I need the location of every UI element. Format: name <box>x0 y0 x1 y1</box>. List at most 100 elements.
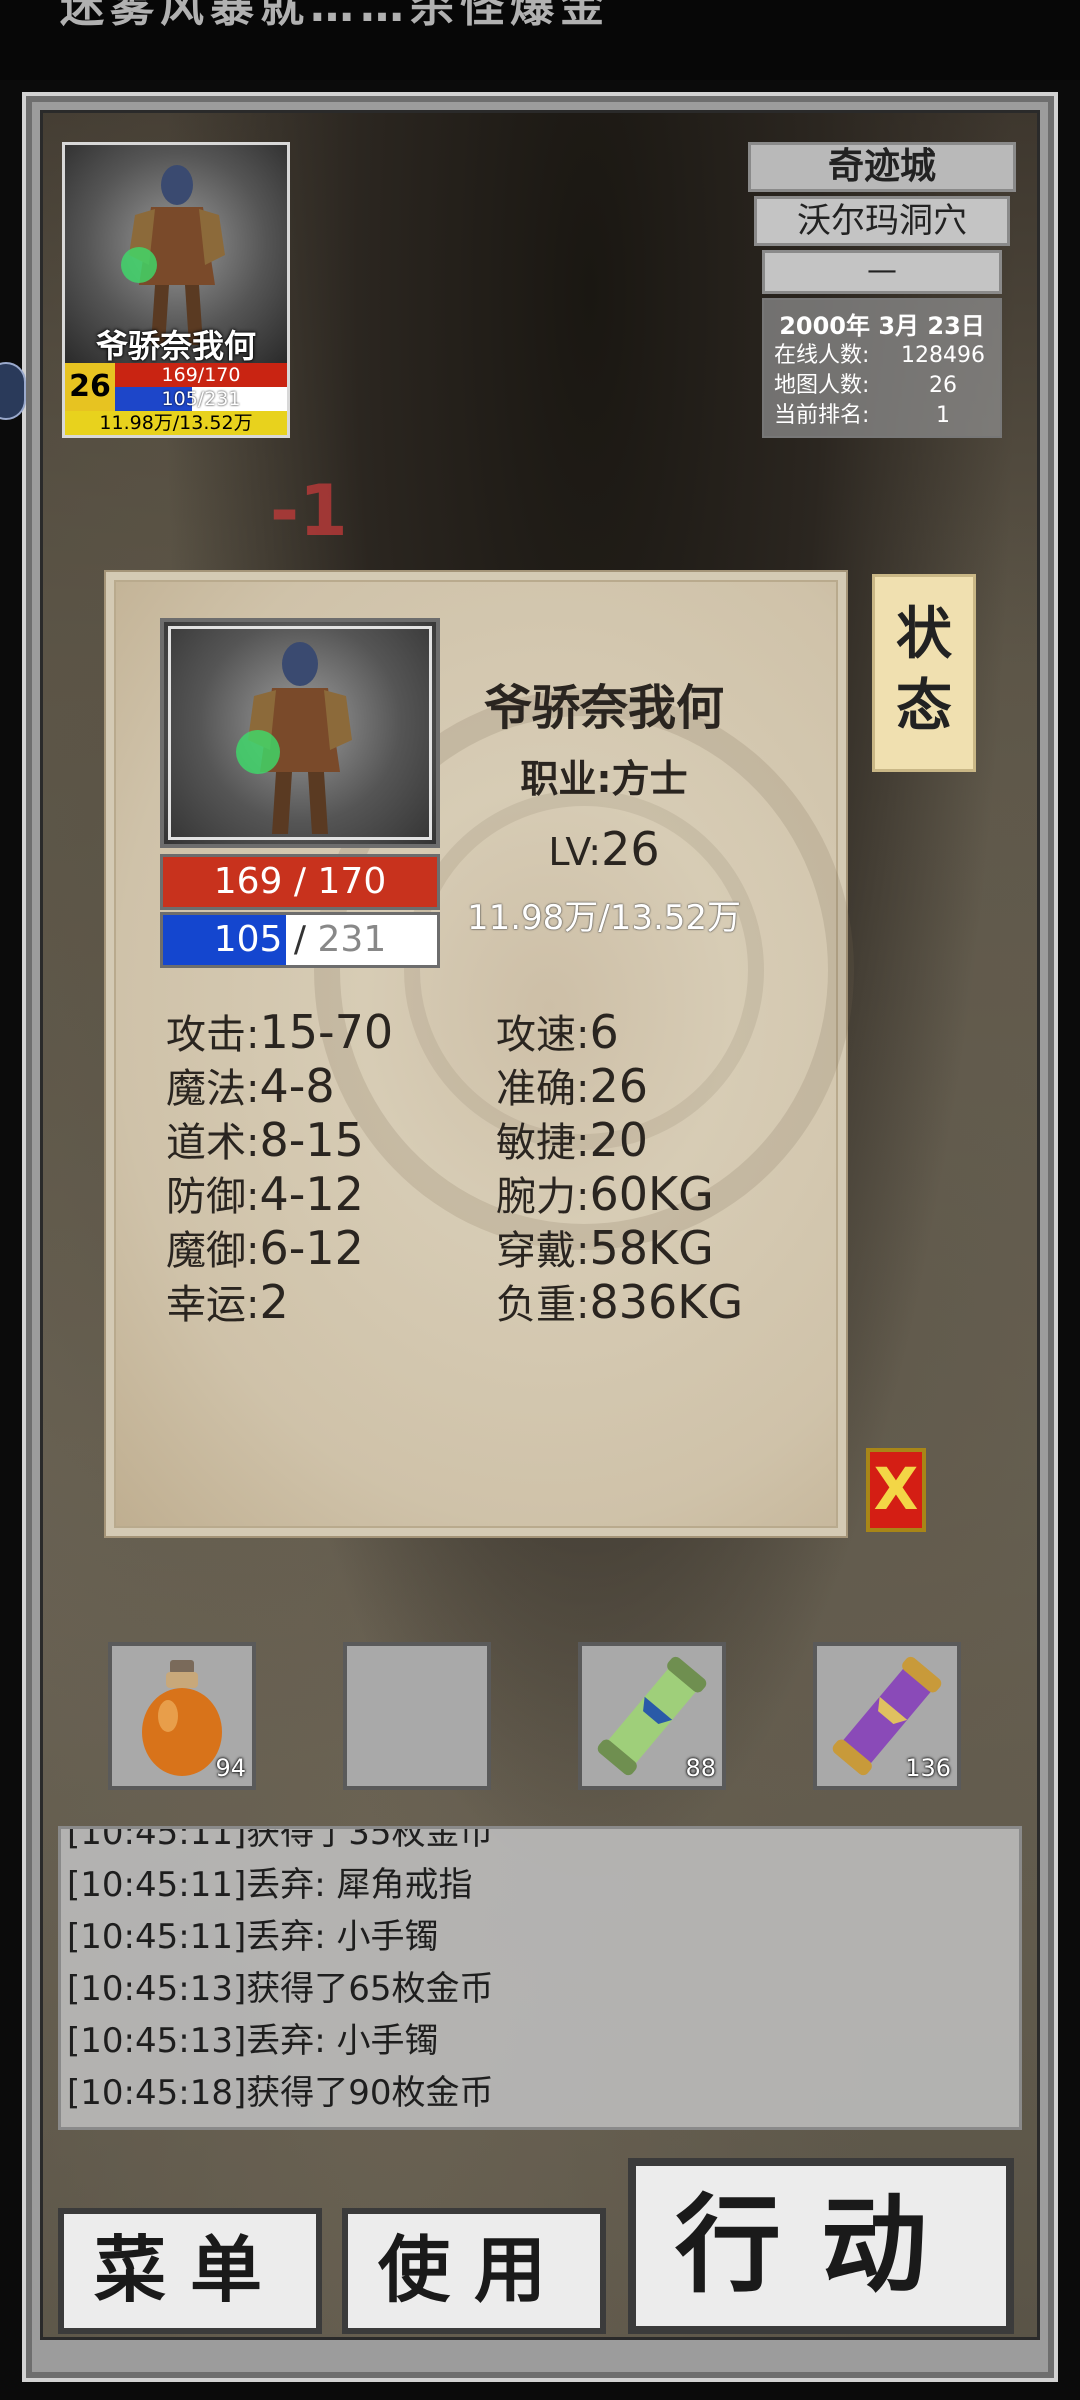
log-line: [10:45:11]获得了35枚金币 <box>67 1826 494 1853</box>
stat-accuracy: 准确:26 <box>496 1056 648 1114</box>
map-count-label: 地图人数: <box>774 373 870 398</box>
hp-bar: 169/170 <box>115 363 287 387</box>
rank-row: 当前排名: 1 <box>764 401 1000 431</box>
stat-label: 负重: <box>496 1282 590 1328</box>
hp-current: 169 <box>213 861 283 902</box>
stat-label: 敏捷: <box>496 1120 590 1166</box>
stat-row: 道术:8-15 敏捷:20 <box>166 1110 806 1167</box>
slot-count: 88 <box>685 1754 716 1782</box>
stat-row: 防御:4-12 腕力:60KG <box>166 1164 806 1221</box>
log-line: [10:45:11]丢弃: 犀角戒指 <box>67 1865 473 1905</box>
stat-value: 60KG <box>589 1167 714 1221</box>
character-exp: 11.98万/13.52万 <box>466 898 742 938</box>
sub-area: — <box>762 250 1002 294</box>
stat-value: 8-15 <box>259 1113 364 1167</box>
tab-status[interactable]: 状 态 <box>872 574 976 772</box>
stat-label: 幸运: <box>166 1282 260 1328</box>
level-label: LV: <box>548 830 602 874</box>
stat-label: 魔法: <box>166 1066 260 1112</box>
stat-value: 15-70 <box>259 1005 394 1059</box>
quick-slot-2[interactable] <box>343 1642 491 1790</box>
stat-agility: 敏捷:20 <box>496 1110 648 1168</box>
stat-row: 魔御:6-12 穿戴:58KG <box>166 1218 806 1275</box>
stat-label: 攻速: <box>496 1012 590 1058</box>
stat-attack-speed: 攻速:6 <box>496 1002 619 1060</box>
stat-defense: 防御:4-12 <box>166 1164 364 1222</box>
status-panel: 169 / 170 105 / 231 爷骄奈我何 职业:方士 LV:26 11… <box>106 572 854 1536</box>
character-level: LV:26 <box>454 822 754 876</box>
stat-label: 穿戴: <box>496 1228 590 1274</box>
stat-value: 4-12 <box>259 1167 364 1221</box>
stat-label: 魔御: <box>166 1228 260 1274</box>
action-button[interactable]: 行动 <box>628 2158 1014 2334</box>
stat-luck: 幸运:2 <box>166 1272 289 1330</box>
character-name: 爷骄奈我何 <box>483 680 724 736</box>
stat-magic: 魔法:4-8 <box>166 1056 335 1114</box>
game-date: 2000年 3月 23日 <box>779 312 985 340</box>
rank-label: 当前排名: <box>774 403 870 428</box>
status-strip: 迷雾风暴就……杀怪爆金 <box>0 0 1080 80</box>
stats-grid: 攻击:15-70 攻速:6 魔法:4-8 准确:26 道术:8-15 敏捷:20… <box>166 1002 806 1329</box>
stat-value: 2 <box>259 1275 289 1329</box>
mp-bar-text: 105/231 <box>161 388 241 410</box>
stat-value: 6 <box>589 1005 619 1059</box>
character-mini-card[interactable]: 爷骄奈我何 26 169/170 105/231 11.98万/13.52万 <box>62 142 290 438</box>
hp-max: 170 <box>317 861 387 902</box>
stat-row: 幸运:2 负重:836KG <box>166 1272 806 1329</box>
stat-value: 4-8 <box>259 1059 335 1113</box>
online-count-row: 在线人数: 128496 <box>764 341 1000 371</box>
online-count-label: 在线人数: <box>774 343 870 368</box>
warrior-portrait-icon <box>236 642 352 834</box>
stat-value: 20 <box>589 1113 649 1167</box>
floating-assist-handle[interactable] <box>0 362 26 420</box>
hp-separator: / <box>293 861 307 902</box>
stat-row: 魔法:4-8 准确:26 <box>166 1056 806 1113</box>
quick-slot-1[interactable]: 94 <box>108 1642 256 1790</box>
stat-value: 6-12 <box>259 1221 364 1275</box>
stat-label: 准确: <box>496 1066 590 1112</box>
map-count-value: 26 <box>929 373 957 398</box>
rank-value: 1 <box>936 403 950 428</box>
mp-bar: 105/231 <box>115 387 287 411</box>
level-badge: 26 <box>65 363 115 411</box>
player-name: 爷骄奈我何 <box>95 327 256 365</box>
quick-slot-4[interactable]: 136 <box>813 1642 961 1790</box>
stat-magic-defense: 魔御:6-12 <box>166 1218 364 1276</box>
use-button[interactable]: 使用 <box>342 2208 606 2334</box>
level-value: 26 <box>601 822 660 876</box>
map-count-row: 地图人数: 26 <box>764 371 1000 401</box>
log-line: [10:45:13]获得了65枚金币 <box>67 1969 494 2009</box>
mp-bar-large: 105 / 231 <box>160 912 440 968</box>
stat-label: 腕力: <box>496 1174 590 1220</box>
stat-taoism: 道术:8-15 <box>166 1110 364 1168</box>
character-portrait <box>160 618 440 848</box>
stat-carry-weight: 负重:836KG <box>496 1272 743 1330</box>
tab-status-line1: 状 <box>896 602 952 667</box>
hp-bar-large: 169 / 170 <box>160 854 440 910</box>
tab-status-line2: 态 <box>896 674 952 739</box>
mp-separator: / <box>293 919 307 960</box>
stat-wear-weight: 穿戴:58KG <box>496 1218 714 1276</box>
message-log[interactable]: [10:45:11]获得了35枚金币 [10:45:11]丢弃: 犀角戒指 [1… <box>58 1826 1022 2130</box>
server-info-box: 2000年 3月 23日 在线人数: 128496 地图人数: 26 当前排名:… <box>762 298 1002 438</box>
map-name[interactable]: 沃尔玛洞穴 <box>754 196 1010 246</box>
stat-wrist-strength: 腕力:60KG <box>496 1164 714 1222</box>
stat-label: 攻击: <box>166 1012 260 1058</box>
stat-value: 836KG <box>589 1275 744 1329</box>
stat-label: 防御: <box>166 1174 260 1220</box>
character-class: 职业:方士 <box>520 757 688 801</box>
status-strip-text: 迷雾风暴就……杀怪爆金 <box>60 0 610 32</box>
slot-count: 136 <box>905 1754 951 1782</box>
city-name[interactable]: 奇迹城 <box>748 142 1016 192</box>
log-line: [10:45:11]丢弃: 小手镯 <box>67 1917 439 1957</box>
stat-value: 26 <box>589 1059 649 1113</box>
exp-bar: 11.98万/13.52万 <box>65 411 287 435</box>
menu-button[interactable]: 菜单 <box>58 2208 322 2334</box>
quick-slot-3[interactable]: 88 <box>578 1642 726 1790</box>
stat-value: 58KG <box>589 1221 714 1275</box>
mp-max: 231 <box>317 919 387 960</box>
slot-count: 94 <box>215 1754 246 1782</box>
close-button[interactable]: X <box>866 1448 926 1532</box>
log-line: [10:45:13]丢弃: 小手镯 <box>67 2021 439 2061</box>
stat-label: 道术: <box>166 1120 260 1166</box>
